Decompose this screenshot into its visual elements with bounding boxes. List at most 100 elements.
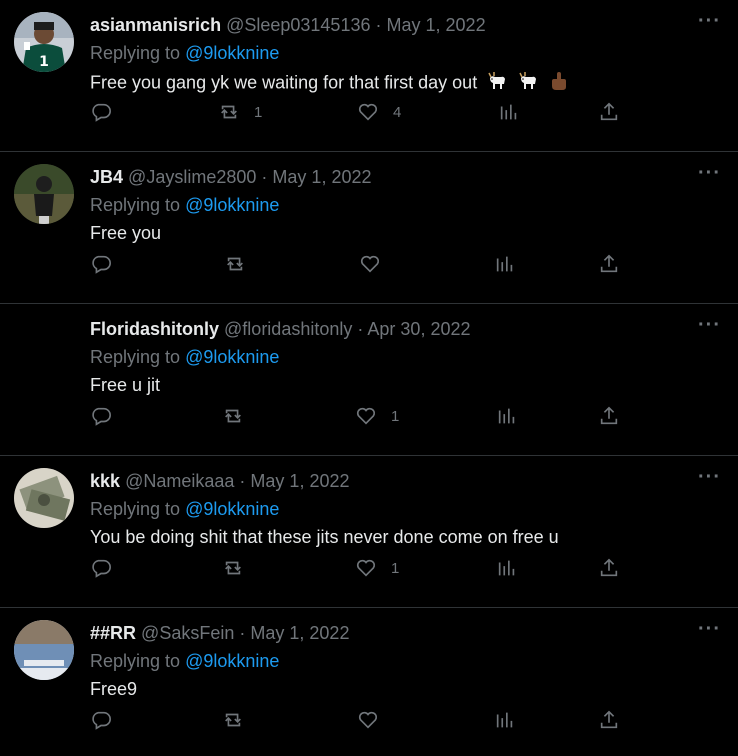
display-name[interactable]: JB4 (90, 167, 123, 187)
like-button[interactable]: 1 (355, 554, 399, 582)
analytics-icon (496, 712, 513, 728)
replying-to: Replying to @9lokknine (90, 346, 279, 368)
reply-icon (92, 559, 111, 578)
replying-to: Replying to @9lokknine (90, 42, 279, 64)
tweet[interactable]: JB4 @Jayslime2800 · May 1, 2022 ··· Repl… (0, 152, 738, 304)
replying-handle-link[interactable]: @9lokknine (185, 43, 279, 63)
display-name[interactable]: kkk (90, 471, 120, 491)
heart-icon (358, 711, 378, 729)
separator-dot: · (239, 623, 246, 643)
more-options-icon[interactable]: ··· (698, 619, 720, 644)
timestamp[interactable]: May 1, 2022 (272, 167, 371, 187)
tweet-text: Free you gang yk we waiting for that fir… (90, 70, 570, 97)
replying-prefix: Replying to (90, 195, 181, 215)
replying-prefix: Replying to (90, 651, 181, 671)
avatar[interactable]: 1 (14, 12, 74, 72)
avatar[interactable] (14, 620, 74, 680)
retweet-icon (221, 105, 237, 119)
tweet-header: asianmanisrich @Sleep03145136 · May 1, 2… (90, 14, 486, 36)
tweet-actions (0, 250, 738, 278)
timestamp[interactable]: May 1, 2022 (250, 623, 349, 643)
share-icon (600, 558, 618, 577)
analytics-icon (498, 408, 515, 424)
retweet-icon (225, 409, 241, 423)
like-button[interactable] (359, 250, 395, 278)
replying-to: Replying to @9lokknine (90, 498, 279, 520)
tweet-text: You be doing shit that these jits never … (90, 527, 559, 547)
tweet-actions: 1 (0, 402, 738, 430)
replying-handle-link[interactable]: @9lokknine (185, 347, 279, 367)
reply-icon (92, 407, 111, 426)
share-button[interactable] (598, 706, 620, 734)
analytics-icon (500, 104, 517, 120)
retweet-icon (227, 257, 243, 271)
tweet-text: Free you (90, 223, 162, 243)
tweet[interactable]: Floridashitonly @floridashitonly · Apr 3… (0, 304, 738, 456)
timestamp[interactable]: May 1, 2022 (250, 471, 349, 491)
share-icon (600, 254, 618, 273)
reply-button[interactable] (90, 98, 112, 126)
retweet-button[interactable] (222, 554, 258, 582)
display-name[interactable]: asianmanisrich (90, 15, 221, 35)
separator-dot: · (239, 471, 246, 491)
more-options-icon[interactable]: ··· (698, 11, 720, 36)
tweet[interactable]: ##RR @SaksFein · May 1, 2022 ··· Replyin… (0, 608, 738, 756)
more-options-icon[interactable]: ··· (698, 163, 720, 188)
timestamp[interactable]: Apr 30, 2022 (367, 319, 470, 339)
share-button[interactable] (598, 554, 620, 582)
tweet[interactable]: kkk @Nameikaaa · May 1, 2022 ··· Replyin… (0, 456, 738, 608)
replying-prefix: Replying to (90, 499, 181, 519)
reply-button[interactable] (90, 402, 112, 430)
reply-button[interactable] (90, 706, 112, 734)
username[interactable]: @Jayslime2800 (128, 167, 256, 187)
share-button[interactable] (598, 250, 620, 278)
timestamp[interactable]: May 1, 2022 (387, 15, 486, 35)
views-button[interactable] (498, 98, 520, 126)
views-button[interactable] (494, 706, 516, 734)
retweet-button[interactable] (224, 250, 260, 278)
username[interactable]: @Sleep03145136 (226, 15, 370, 35)
username[interactable]: @floridashitonly (224, 319, 352, 339)
tweet-text: Free u jit (90, 375, 161, 395)
avatar[interactable] (14, 468, 74, 528)
username[interactable]: @SaksFein (141, 623, 234, 643)
reply-icon (92, 711, 111, 730)
reply-feed: 1 asianmanisrich @Sleep03145136 · May 1,… (0, 0, 738, 756)
views-button[interactable] (496, 402, 518, 430)
replying-handle-link[interactable]: @9lokknine (185, 499, 279, 519)
like-button[interactable]: 1 (355, 402, 399, 430)
tweet-header: kkk @Nameikaaa · May 1, 2022 (90, 470, 349, 492)
analytics-icon (496, 256, 513, 272)
username[interactable]: @Nameikaaa (125, 471, 234, 491)
share-icon (600, 406, 618, 425)
replying-handle-link[interactable]: @9lokknine (185, 195, 279, 215)
display-name[interactable]: ##RR (90, 623, 136, 643)
views-button[interactable] (494, 250, 516, 278)
more-options-icon[interactable]: ··· (698, 467, 720, 492)
replying-prefix: Replying to (90, 347, 181, 367)
reply-button[interactable] (90, 554, 112, 582)
more-options-icon[interactable]: ··· (698, 315, 720, 340)
tweet-header: Floridashitonly @floridashitonly · Apr 3… (90, 318, 470, 340)
share-button[interactable] (598, 98, 620, 126)
avatar[interactable] (14, 164, 74, 224)
display-name[interactable]: Floridashitonly (90, 319, 219, 339)
heart-icon (360, 255, 380, 273)
retweet-button[interactable] (222, 706, 258, 734)
like-button[interactable]: 4 (357, 98, 401, 126)
share-icon (600, 710, 618, 729)
views-button[interactable] (496, 554, 518, 582)
share-icon (600, 102, 618, 121)
retweet-button[interactable]: 1 (218, 98, 262, 126)
replying-handle-link[interactable]: @9lokknine (185, 651, 279, 671)
tweet-actions (0, 706, 738, 734)
like-button[interactable] (357, 706, 393, 734)
tweet-text-body: Free you gang yk we waiting for that fir… (90, 72, 478, 93)
share-button[interactable] (598, 402, 620, 430)
reply-icon (92, 255, 111, 274)
retweet-button[interactable] (222, 402, 258, 430)
replying-to: Replying to @9lokknine (90, 194, 279, 216)
reply-button[interactable] (90, 250, 112, 278)
like-count: 1 (391, 559, 400, 577)
tweet[interactable]: 1 asianmanisrich @Sleep03145136 · May 1,… (0, 0, 738, 152)
